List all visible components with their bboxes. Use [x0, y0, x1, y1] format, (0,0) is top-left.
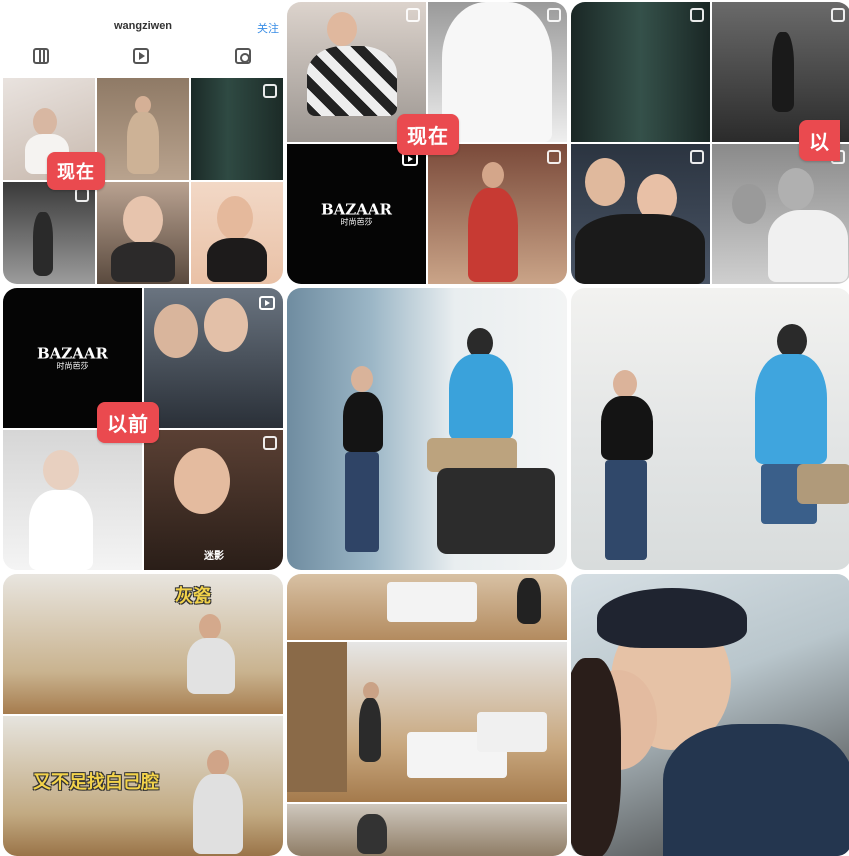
- thumb-photo[interactable]: [3, 430, 142, 570]
- person-figure: [777, 324, 807, 358]
- profile-username: wangziwen: [113, 20, 173, 32]
- thumb-photo[interactable]: [571, 2, 710, 142]
- thumb-photo[interactable]: [428, 144, 567, 284]
- magazine-title: BAZAAR: [320, 200, 393, 219]
- before-tag: 以前: [97, 402, 159, 443]
- show-caption: 灰瓷: [175, 586, 211, 607]
- reels-icon[interactable]: [133, 48, 149, 64]
- thumb-photo[interactable]: 迷影: [144, 430, 283, 570]
- carousel-icon: [263, 436, 277, 450]
- thumb-photo[interactable]: [97, 78, 189, 180]
- magazine-subtitle: 时尚芭莎: [56, 360, 89, 370]
- carousel-icon: [690, 8, 704, 22]
- thumb-photo[interactable]: [191, 182, 283, 284]
- watermark-text: 迷影: [204, 551, 224, 562]
- carousel-icon: [75, 188, 89, 202]
- person-figure: [613, 370, 637, 398]
- photo-grid: wangziwen 关注 现在 BAZAAR 时尚芭莎 现在 以 BAZAAR …: [0, 0, 849, 856]
- tile-show-stills[interactable]: [287, 574, 567, 856]
- thumb-photo[interactable]: BAZAAR 时尚芭莎: [287, 144, 426, 284]
- thumb-photo[interactable]: [191, 78, 283, 180]
- carousel-icon: [406, 8, 420, 22]
- profile-thumbnails: [3, 78, 283, 284]
- now-tag: 现在: [397, 114, 459, 155]
- thumb-photo[interactable]: [571, 144, 710, 284]
- before-tag-partial: 以: [799, 120, 840, 161]
- magazine-title: BAZAAR: [36, 344, 109, 363]
- stills-stack: 灰瓷 又不足找白己腔: [3, 574, 283, 856]
- stills-stack: [287, 574, 567, 856]
- follow-button[interactable]: 关注: [257, 20, 279, 36]
- tile-selfie-photo[interactable]: [571, 574, 849, 856]
- now-tag: 现在: [47, 152, 105, 190]
- tile-before-collage[interactable]: 以: [571, 2, 849, 284]
- still-frame[interactable]: [287, 574, 567, 640]
- person-figure: [351, 366, 373, 392]
- magazine-subtitle: 时尚芭莎: [340, 216, 373, 226]
- still-frame[interactable]: 又不足找白己腔: [3, 716, 283, 856]
- tile-before-collage[interactable]: BAZAAR 时尚芭莎 迷影 以前: [3, 288, 283, 570]
- thumb-photo[interactable]: [712, 144, 849, 284]
- thumb-photo[interactable]: [144, 288, 283, 428]
- tile-airport-photo[interactable]: [287, 288, 567, 570]
- still-frame[interactable]: [287, 642, 567, 802]
- tile-now-collage[interactable]: BAZAAR 时尚芭莎 现在: [287, 2, 567, 284]
- carousel-icon: [547, 150, 561, 164]
- carousel-icon: [831, 8, 845, 22]
- tile-airport-photo[interactable]: [571, 288, 849, 570]
- tagged-icon[interactable]: [235, 48, 251, 64]
- profile-header: wangziwen 关注: [3, 2, 283, 78]
- reels-icon: [259, 296, 275, 310]
- thumb-photo[interactable]: [97, 182, 189, 284]
- grid-icon[interactable]: [33, 48, 49, 64]
- carousel-icon: [547, 8, 561, 22]
- carousel-icon: [690, 150, 704, 164]
- show-subtitle: 又不足找白己腔: [33, 772, 159, 793]
- thumb-photo[interactable]: [3, 182, 95, 284]
- still-frame[interactable]: 灰瓷: [3, 574, 283, 714]
- tile-profile-screenshot[interactable]: wangziwen 关注 现在: [3, 2, 283, 284]
- carousel-icon: [263, 84, 277, 98]
- tile-show-stills[interactable]: 灰瓷 又不足找白己腔: [3, 574, 283, 856]
- still-frame[interactable]: [287, 804, 567, 856]
